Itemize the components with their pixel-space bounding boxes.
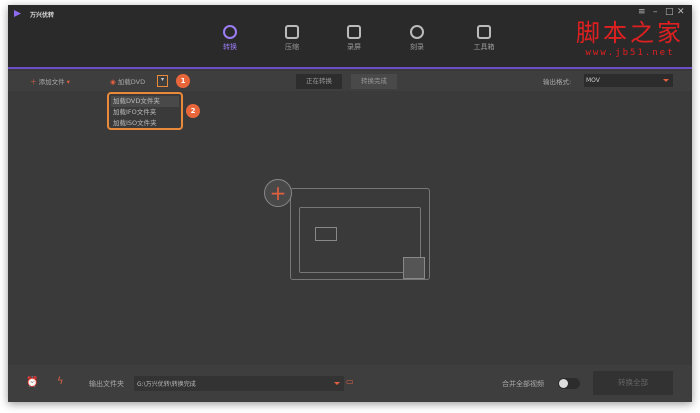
- dvd-icon: ◉: [110, 78, 116, 86]
- menu-item-dvd-folder[interactable]: 加载DVD文件夹: [111, 96, 179, 107]
- convert-icon: [223, 25, 237, 39]
- merge-toggle[interactable]: [558, 378, 580, 389]
- nav-convert[interactable]: 转换: [210, 25, 250, 52]
- nav-label: 压缩: [285, 43, 299, 51]
- add-file-button[interactable]: ＋ 添加文件 ▾: [30, 76, 70, 86]
- nav-compress[interactable]: 压缩: [272, 25, 312, 52]
- title-bar: 万兴优转 转换 压缩 录屏 刻录 工具箱 ≡ – □ ✕ 脚本之家 www.jb5…: [8, 5, 692, 69]
- step-badge: 2: [186, 104, 200, 118]
- menu-item-ifo-folder[interactable]: 加载IFO文件夹: [111, 107, 179, 118]
- nav-label: 刻录: [410, 43, 424, 51]
- load-dvd-label: 加载DVD: [117, 78, 146, 86]
- lightning-icon[interactable]: ϟ: [57, 376, 64, 387]
- nav-toolbox[interactable]: 工具箱: [464, 25, 504, 52]
- watermark: 脚本之家 www.jb51.net: [576, 13, 684, 58]
- toolbox-icon: [477, 25, 491, 39]
- chevron-down-icon[interactable]: ▾: [67, 78, 70, 86]
- menu-item-iso-folder[interactable]: 加载ISO文件夹: [111, 118, 179, 129]
- folder-icon[interactable]: ▭: [346, 377, 354, 386]
- output-format-select[interactable]: MOV: [584, 74, 673, 87]
- nav-label: 录屏: [347, 43, 361, 51]
- nav-label: 转换: [223, 43, 237, 51]
- output-format-label: 输出格式:: [543, 78, 572, 86]
- load-dvd-dropdown[interactable]: ▾: [157, 75, 168, 87]
- bottom-bar: ⏰ ϟ 输出文件夹 G:\万兴优转\转换完成 ▭ 合并全部视频 转换全部: [8, 365, 692, 402]
- tab-converting[interactable]: 正在转换: [296, 74, 342, 89]
- step-badge: 1: [176, 74, 190, 88]
- load-dvd-menu: 加载DVD文件夹 加载IFO文件夹 加载ISO文件夹: [107, 92, 183, 130]
- output-path-value: G:\万兴优转\转换完成: [137, 381, 196, 388]
- chevron-down-icon: [663, 79, 669, 85]
- output-path-field[interactable]: G:\万兴优转\转换完成: [134, 376, 344, 391]
- app-logo-icon: [14, 10, 21, 17]
- merge-label: 合并全部视频: [502, 380, 544, 388]
- nav-label: 工具箱: [473, 43, 495, 51]
- watermark-title: 脚本之家: [576, 19, 684, 47]
- output-format-value: MOV: [586, 77, 600, 84]
- nav-record[interactable]: 录屏: [334, 25, 374, 52]
- compress-icon: [285, 25, 299, 39]
- add-file-label: 添加文件: [38, 78, 65, 86]
- watermark-url: www.jb51.net: [585, 48, 675, 58]
- output-folder-label: 输出文件夹: [89, 380, 124, 388]
- app-title: 万兴优转: [30, 12, 55, 19]
- tab-done[interactable]: 转换完成: [351, 74, 397, 89]
- load-dvd-button[interactable]: ◉ 加载DVD: [110, 76, 145, 86]
- app-window: 万兴优转 转换 压缩 录屏 刻录 工具箱 ≡ – □ ✕ 脚本之家 www.jb5…: [8, 5, 692, 402]
- empty-state-illustration: [290, 188, 430, 280]
- record-icon: [347, 25, 361, 39]
- plus-icon: ＋: [30, 78, 37, 86]
- convert-all-button[interactable]: 转换全部: [593, 371, 673, 395]
- burn-icon: [410, 25, 424, 39]
- nav-burn[interactable]: 刻录: [397, 25, 437, 52]
- add-file-plus-icon[interactable]: +: [264, 179, 292, 207]
- toolbar: ＋ 添加文件 ▾ ◉ 加载DVD ▾ 1 正在转换 转换完成 输出格式: MOV: [8, 71, 692, 91]
- chevron-down-icon: [334, 382, 340, 388]
- alarm-icon[interactable]: ⏰: [26, 377, 38, 388]
